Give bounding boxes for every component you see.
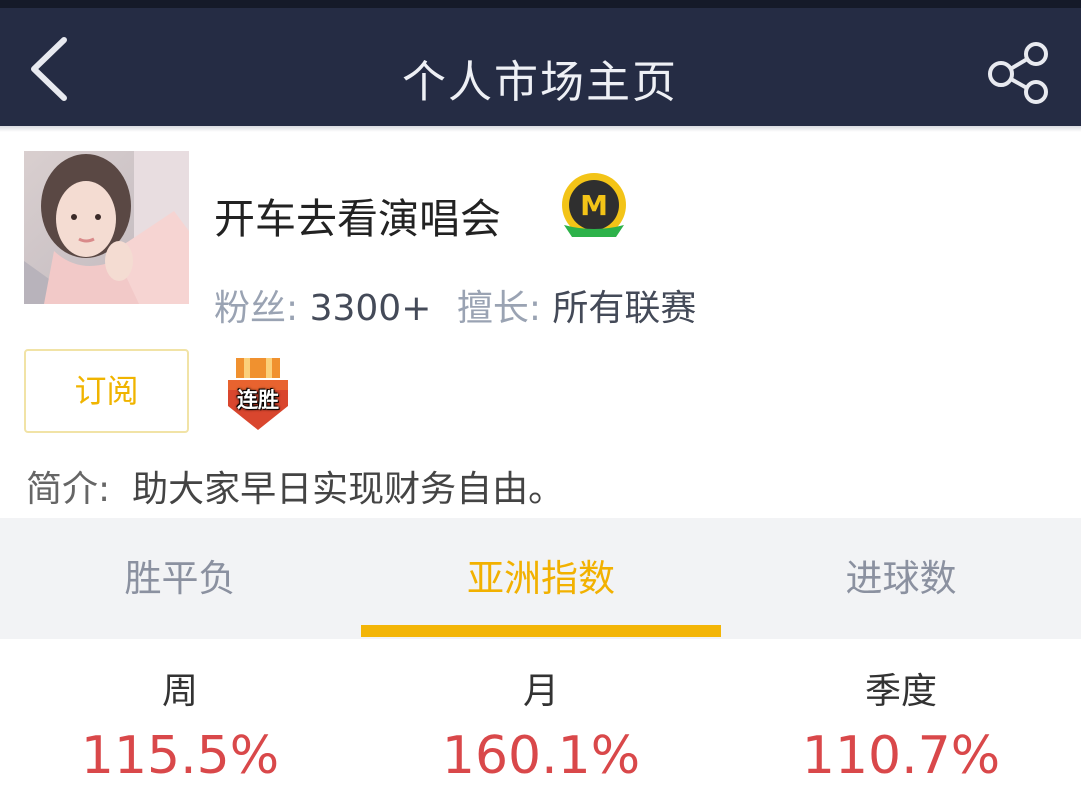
intro-text: 助大家早日实现财务自由。 — [132, 469, 565, 510]
intro-label: 简介: — [26, 469, 111, 510]
metric-label: 周 — [161, 671, 198, 712]
tab-bar: 胜平负 亚洲指数 进球数 — [0, 518, 1081, 639]
profile-stats: 粉丝: 3300+ 擅长: 所有联赛 — [214, 279, 696, 331]
metric-week: 周 115.5% — [0, 664, 360, 788]
streak-label: 连胜 — [237, 388, 279, 412]
metric-quarter: 季度 110.7% — [721, 664, 1081, 788]
page-title: 个人市场主页 — [402, 57, 678, 108]
specialty-value: 所有联赛 — [552, 288, 697, 329]
metric-value: 110.7% — [801, 726, 1001, 786]
fans-count: 3300+ — [309, 288, 432, 329]
fans-label: 粉丝: — [214, 288, 299, 329]
tab-win-draw-loss[interactable]: 胜平负 — [0, 518, 360, 639]
nav-shadow — [0, 126, 1081, 132]
metric-value: 115.5% — [80, 726, 280, 786]
status-bar — [0, 0, 1081, 8]
avatar[interactable] — [24, 151, 189, 304]
metric-label: 季度 — [864, 671, 937, 712]
top-nav-bar: 个人市场主页 — [0, 8, 1081, 126]
metric-value: 160.1% — [441, 726, 641, 786]
tab-total-goals[interactable]: 进球数 — [721, 518, 1081, 639]
active-tab-indicator — [361, 625, 721, 637]
share-button[interactable] — [984, 42, 1054, 104]
metric-label: 月 — [522, 671, 559, 712]
vip-badge-icon: M — [558, 171, 630, 245]
profile-intro: 简介: 助大家早日实现财务自由。 — [26, 460, 564, 512]
chevron-left-icon — [31, 37, 67, 101]
metric-month: 月 160.1% — [361, 664, 721, 788]
avatar-photo — [24, 151, 189, 304]
back-button[interactable] — [22, 34, 82, 104]
username: 开车去看演唱会 — [214, 195, 501, 243]
specialty-label: 擅长: — [456, 288, 541, 329]
tab-asian-handicap[interactable]: 亚洲指数 — [361, 518, 721, 639]
share-icon — [988, 42, 1048, 104]
winning-streak-badge: 连胜 — [224, 356, 292, 432]
subscribe-button[interactable]: 订阅 — [24, 349, 189, 433]
vip-badge-letter: M — [580, 189, 608, 222]
